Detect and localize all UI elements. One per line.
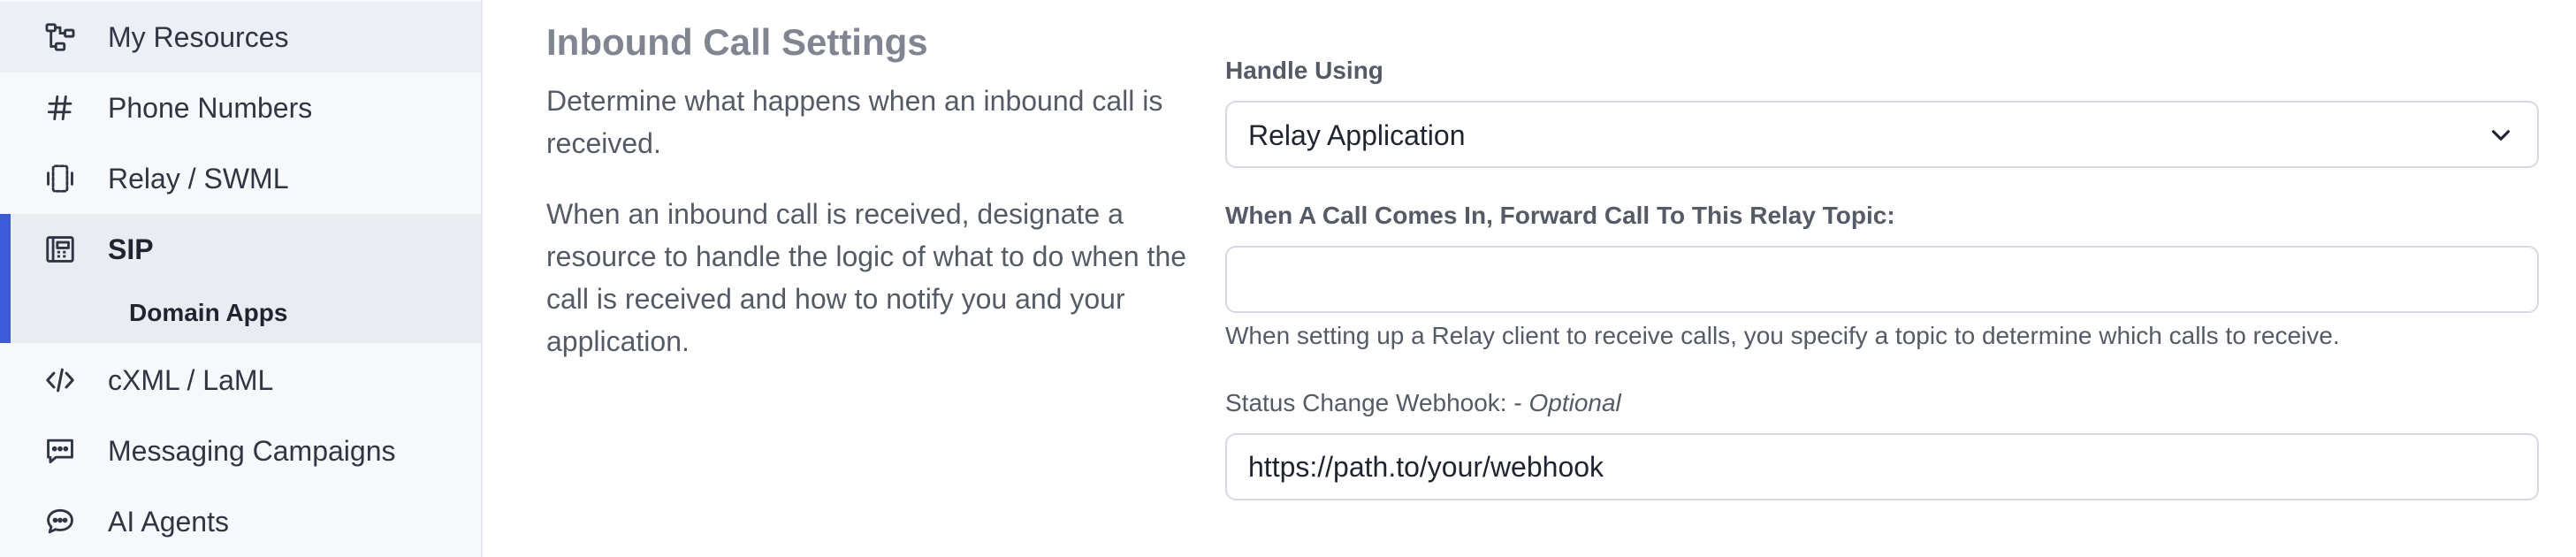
relay-topic-help: When setting up a Relay client to receiv… — [1225, 322, 2340, 349]
webhook-label: Status Change Webhook: - Optional — [1225, 389, 1621, 417]
handle-using-select[interactable]: Relay Application — [1225, 101, 2539, 168]
sidebar-subitem-label: Domain Apps — [129, 299, 288, 326]
message-icon — [42, 433, 78, 469]
sidebar-subitem-domain-apps[interactable]: Domain Apps — [0, 285, 481, 343]
handle-using-label: Handle Using — [1225, 57, 1383, 84]
handle-using-value: Relay Application — [1248, 119, 1466, 151]
sidebar-item-label: My Resources — [108, 20, 289, 53]
section-description: Determine what happens when an inbound c… — [546, 85, 1163, 159]
relay-topic-input[interactable] — [1227, 248, 2537, 311]
sidebar-item-relay-swml[interactable]: Relay / SWML — [0, 143, 481, 214]
relay-topic-label: When A Call Comes In, Forward Call To Th… — [1225, 202, 1895, 229]
sip-icon — [42, 232, 78, 267]
sidebar-item-cxml-laml[interactable]: cXML / LaML — [0, 345, 481, 416]
sidebar-item-label: cXML / LaML — [108, 363, 274, 396]
section-title: Inbound Call Settings — [546, 21, 928, 63]
sidebar-item-label: SIP — [108, 233, 154, 265]
sidebar-item-messaging-campaigns[interactable]: Messaging Campaigns — [0, 416, 481, 486]
sidebar-item-label: Relay / SWML — [108, 162, 289, 195]
sidebar-item-phone-numbers[interactable]: Phone Numbers — [0, 72, 481, 143]
sidebar-item-ai-agents[interactable]: AI Agents — [0, 486, 481, 557]
resources-icon — [42, 19, 78, 55]
chevron-down-icon — [2486, 120, 2516, 150]
active-indicator — [0, 214, 11, 343]
webhook-label-text: Status Change Webhook: - — [1225, 389, 1522, 416]
relay-icon — [42, 161, 78, 196]
sidebar-item-my-resources[interactable]: My Resources — [0, 2, 481, 72]
code-icon — [42, 362, 78, 398]
sidebar-item-label: Messaging Campaigns — [108, 434, 396, 467]
chat-bubble-icon — [42, 504, 78, 539]
webhook-field-box — [1225, 433, 2539, 500]
relay-topic-field-box — [1225, 246, 2539, 313]
hash-icon — [42, 90, 78, 126]
sidebar: My Resources Phone Numbers Relay / SWML — [0, 0, 483, 557]
app-window: My Resources Phone Numbers Relay / SWML — [0, 0, 2576, 557]
optional-tag: Optional — [1528, 389, 1621, 416]
sidebar-item-sip[interactable]: SIP — [0, 214, 481, 285]
webhook-input[interactable] — [1227, 435, 2537, 499]
section-description-detail: When an inbound call is received, design… — [546, 198, 1187, 357]
sidebar-item-label: Phone Numbers — [108, 91, 313, 124]
sidebar-item-label: AI Agents — [108, 505, 229, 538]
